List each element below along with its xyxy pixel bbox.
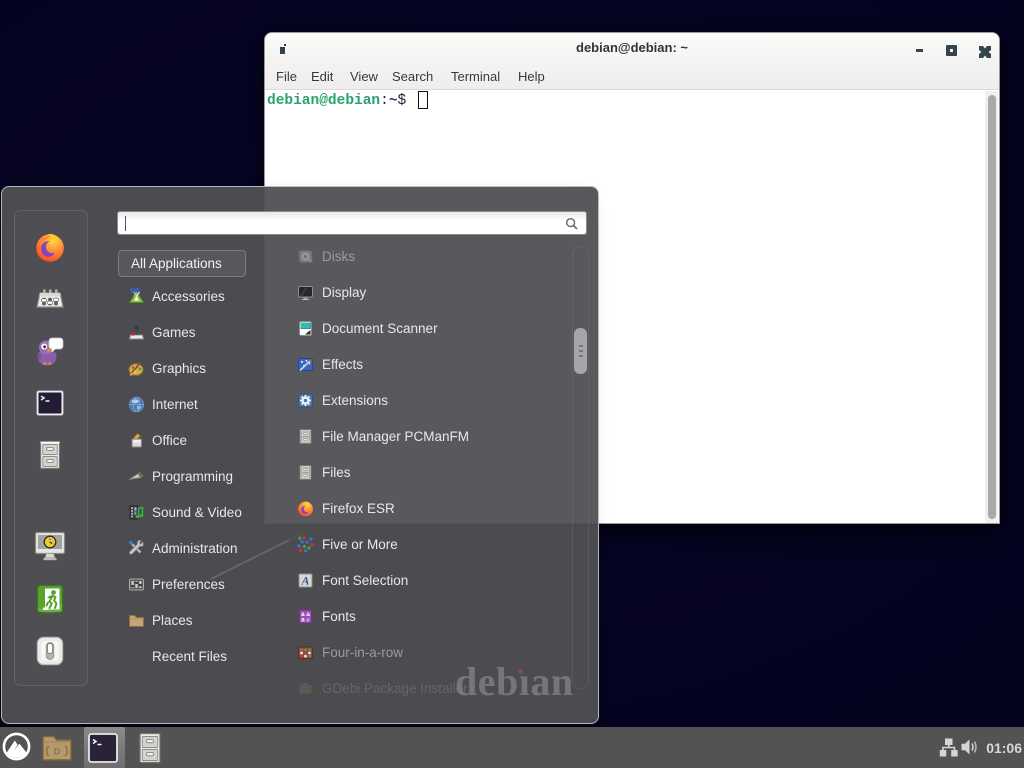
svg-text:A: A (300, 574, 309, 588)
svg-text:a: a (306, 617, 309, 624)
svg-text:D: D (54, 747, 61, 757)
svg-text:a: a (301, 617, 305, 624)
